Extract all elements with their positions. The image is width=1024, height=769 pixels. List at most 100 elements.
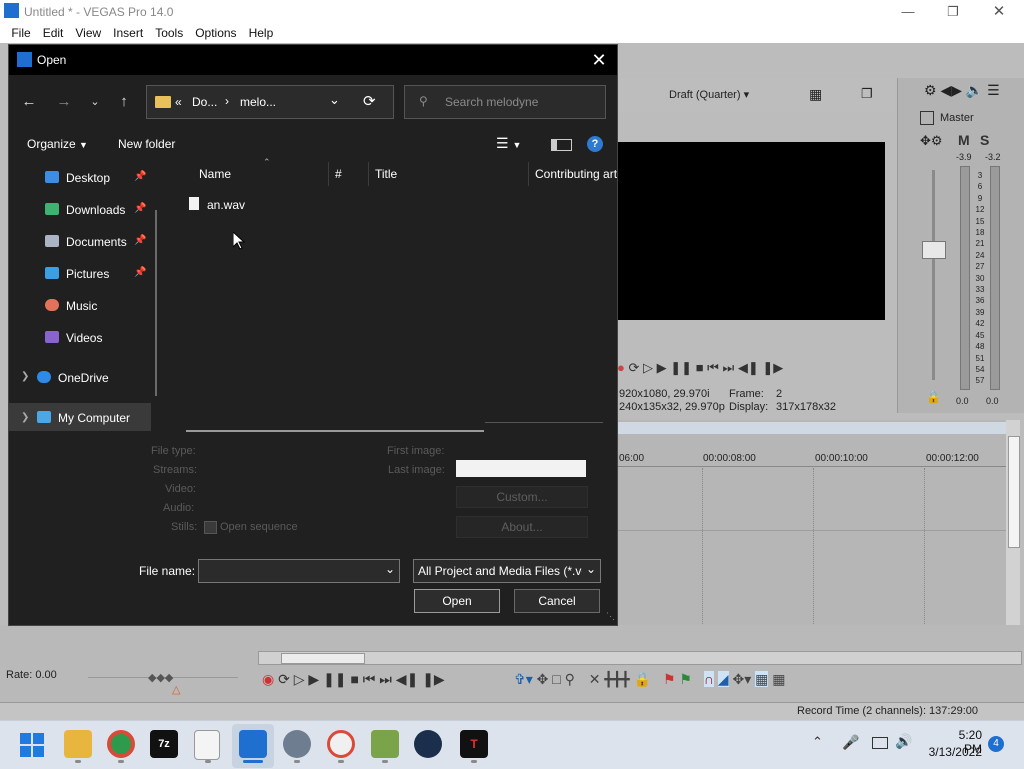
play-from-start-icon[interactable]: ▷ (643, 360, 653, 375)
timeline-hscroll[interactable] (258, 651, 1022, 665)
volume-icon[interactable]: 🔊 (895, 733, 912, 750)
grid-icon[interactable]: ▦ (809, 86, 822, 103)
pause-icon[interactable]: ❚❚ (323, 671, 346, 687)
microphone-icon[interactable]: 🎤 (842, 734, 859, 751)
record-icon[interactable]: ● (617, 360, 625, 375)
ripple-icon[interactable]: ✥▾ (732, 671, 751, 687)
column-name[interactable]: Name (199, 167, 231, 181)
prev-frame-icon[interactable]: ◀❚ (396, 671, 419, 687)
column-separator[interactable] (328, 162, 329, 186)
column-number[interactable]: # (335, 167, 342, 181)
organize-button[interactable]: Organize ▼ (27, 137, 88, 151)
copy-snapshot-icon[interactable]: ❐ (861, 86, 873, 102)
display-icon[interactable] (872, 737, 888, 749)
selection-tool-icon[interactable]: □ (552, 671, 560, 687)
open-sequence-checkbox[interactable] (204, 521, 217, 534)
file-list-hscroll[interactable] (186, 430, 484, 432)
nav-desktop[interactable]: Desktop (45, 166, 110, 190)
vegas-app-icon[interactable] (239, 730, 267, 758)
menu-view[interactable]: View (69, 23, 107, 43)
back-button[interactable]: ← (17, 90, 41, 114)
play-icon[interactable]: ▶ (657, 360, 667, 375)
forward-button[interactable]: → (52, 90, 76, 114)
menu-help[interactable]: Help (243, 23, 280, 43)
next-frame-icon[interactable]: ❚▶ (422, 671, 445, 687)
preview-pane-icon[interactable] (551, 139, 572, 151)
new-folder-button[interactable]: New folder (118, 137, 175, 151)
zoom-tool-icon[interactable]: ⚲ (565, 671, 575, 687)
recent-locations-button[interactable]: ⌄ (83, 90, 107, 114)
nav-pictures[interactable]: Pictures (45, 262, 109, 286)
chrome-icon[interactable] (107, 730, 135, 758)
master-fader-handle[interactable] (922, 241, 946, 259)
close-app-button[interactable]: ✕ (976, 0, 1022, 23)
rate-slider-handle[interactable]: ◆◆◆ (148, 671, 173, 684)
breadcrumb-documents[interactable]: Do... (192, 95, 217, 109)
delete-icon[interactable]: ✕ (589, 671, 601, 687)
column-contributing-artists[interactable]: Contributing art (535, 167, 617, 181)
expand-chevron-icon[interactable]: ❯ (21, 371, 29, 382)
region-icon[interactable]: ⚑ (679, 671, 692, 687)
go-to-end-icon[interactable]: ⏭ (379, 671, 392, 687)
file-type-filter[interactable]: All Project and Media Files (*.ve ⌄ (413, 559, 601, 583)
column-title[interactable]: Title (375, 167, 397, 181)
play-from-start-icon[interactable]: ▷ (294, 671, 305, 687)
refresh-icon[interactable]: ⟳ (363, 92, 376, 110)
hscroll-thumb[interactable] (281, 653, 365, 664)
auto-crossfade-icon[interactable]: ◢ (717, 671, 729, 687)
game-icon[interactable] (371, 730, 399, 758)
pause-icon[interactable]: ❚❚ (670, 360, 692, 375)
master-mute-button[interactable]: M (958, 132, 970, 148)
clock-date[interactable]: 3/13/2022 (926, 745, 982, 759)
go-to-end-icon[interactable]: ⏭ (723, 360, 735, 375)
master-fx-icon[interactable]: ✥⚙ (920, 133, 943, 149)
tray-chevron-icon[interactable]: ⌃ (812, 734, 823, 750)
notification-badge[interactable]: 4 (988, 736, 1004, 752)
view-options-icon[interactable]: ☰ ▼ (496, 135, 521, 152)
lock-envelopes-icon[interactable]: ▦ (755, 671, 769, 687)
settings-icon[interactable] (283, 730, 311, 758)
7zip-icon[interactable]: 7z (150, 730, 178, 758)
document-app-icon[interactable] (194, 730, 220, 760)
go-to-start-icon[interactable]: ⏮ (363, 671, 376, 687)
address-dropdown-icon[interactable]: ⌄ (329, 92, 340, 108)
resize-grip-icon[interactable]: ⋱ (606, 611, 615, 622)
menu-edit[interactable]: Edit (37, 23, 70, 43)
menu-insert[interactable]: Insert (107, 23, 149, 43)
cancel-button[interactable]: Cancel (514, 589, 600, 613)
nav-onedrive[interactable]: OneDrive (37, 366, 109, 390)
trim-icon[interactable]: ╋╋╋ (604, 671, 629, 687)
chevron-down-icon[interactable]: ⌄ (385, 562, 395, 576)
up-button[interactable]: ↑ (112, 90, 136, 114)
preview-quality-dropdown[interactable]: Draft (Quarter) ▾ (669, 88, 789, 101)
nav-videos[interactable]: Videos (45, 326, 102, 350)
normal-edit-tool-icon[interactable]: ✞▾ (514, 671, 533, 687)
play-icon[interactable]: ▶ (308, 671, 319, 687)
last-image-field[interactable] (456, 460, 586, 477)
master-solo-button[interactable]: S (980, 132, 989, 148)
file-row[interactable]: an.wav (187, 194, 327, 216)
tpt-app-icon[interactable]: T (460, 730, 488, 758)
snap-icon[interactable]: ∩ (703, 671, 714, 687)
search-box[interactable]: ⚲ Search melodyne (404, 85, 606, 119)
nav-downloads[interactable]: Downloads (45, 198, 125, 222)
custom-button[interactable]: Custom... (456, 486, 588, 508)
menu-file[interactable]: File (5, 23, 36, 43)
file-name-input[interactable]: ⌄ (198, 559, 400, 583)
dialog-close-button[interactable]: ✕ (587, 48, 611, 72)
nav-my-computer[interactable]: My Computer (37, 406, 130, 430)
stop-icon[interactable]: ■ (696, 360, 704, 375)
address-bar[interactable]: « Do... › melo... ⌄ ⟳ (146, 85, 394, 119)
column-separator[interactable] (368, 162, 369, 186)
nav-music[interactable]: Music (45, 294, 97, 318)
lock-icon[interactable]: 🔒 (634, 671, 651, 687)
media-app-icon[interactable] (327, 730, 355, 758)
record-icon[interactable]: ◉ (262, 671, 274, 687)
stop-icon[interactable]: ■ (350, 671, 358, 687)
pin-icon[interactable]: 📌 (134, 267, 146, 278)
envelope-tool-icon[interactable]: ✥ (537, 671, 549, 687)
column-separator[interactable] (528, 162, 529, 186)
lock-icon[interactable]: 🔒 (926, 390, 941, 404)
menu-options[interactable]: Options (189, 23, 242, 43)
expand-chevron-icon[interactable]: ❯ (21, 412, 29, 423)
